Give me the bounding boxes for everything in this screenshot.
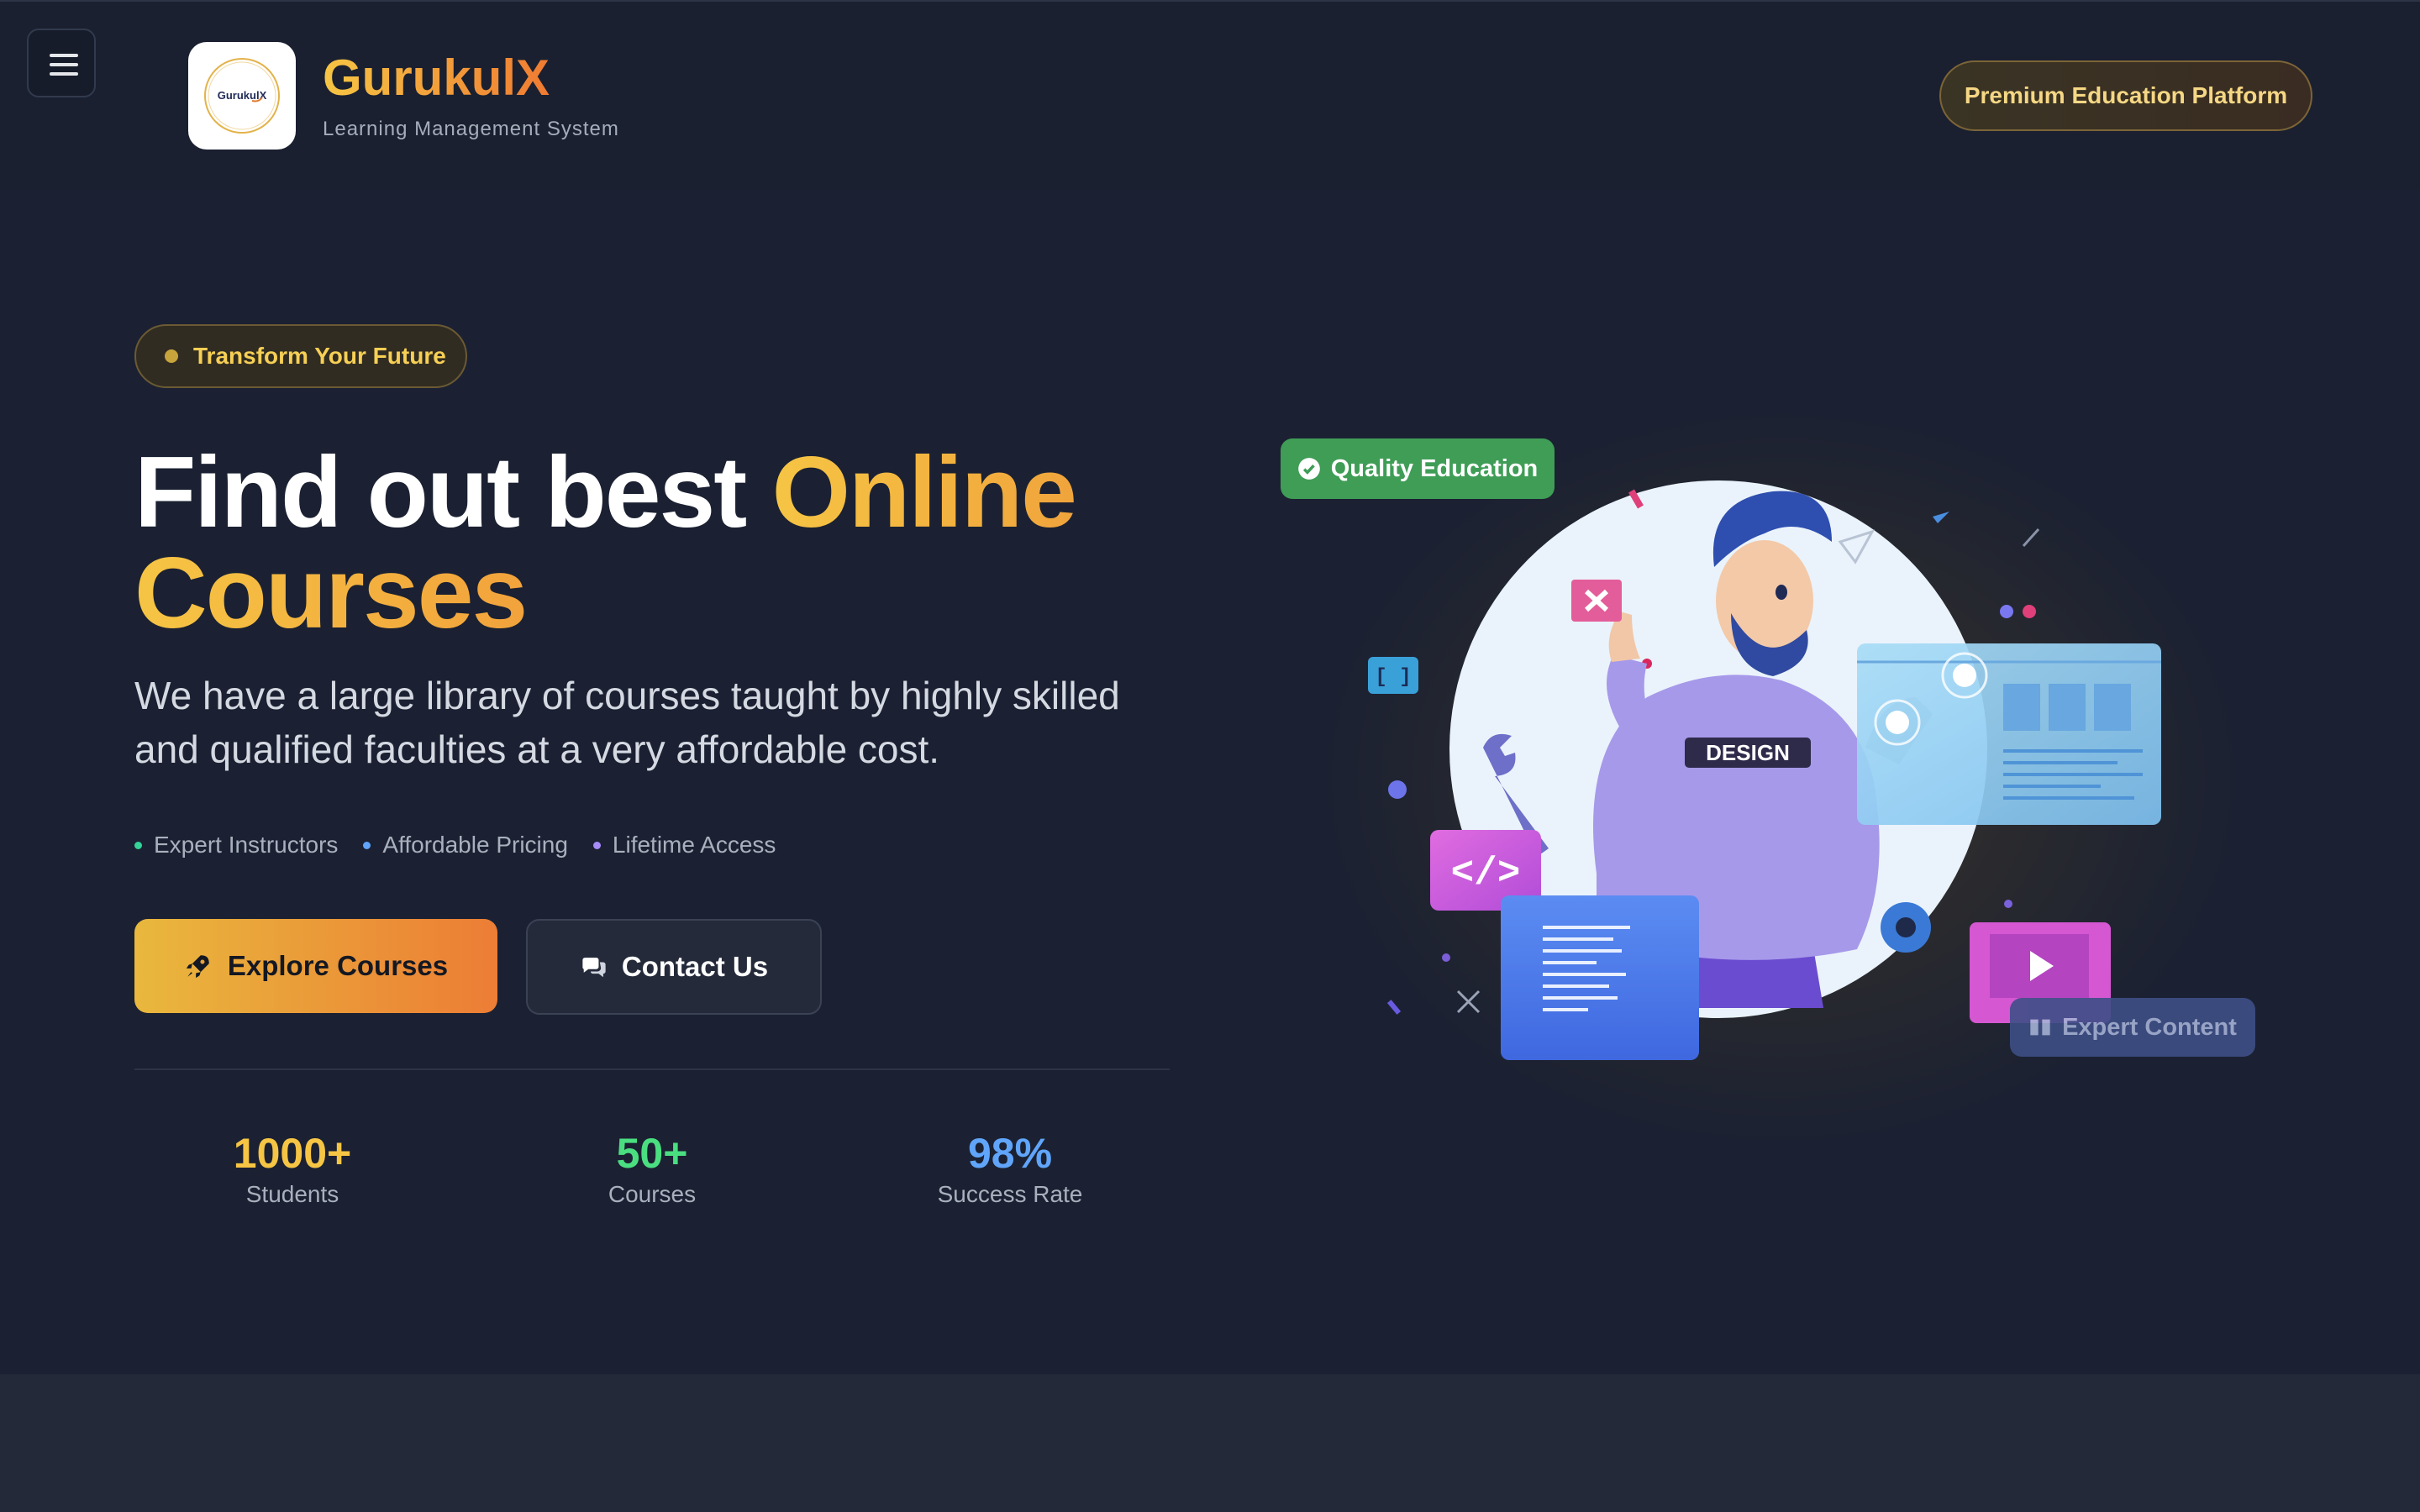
stat-value: 98% [967, 1130, 1053, 1177]
document-panel [1501, 895, 1699, 1060]
expert-content-label: Expert Content [2062, 1013, 2237, 1041]
menu-line [50, 63, 78, 66]
book-icon [2030, 1019, 2050, 1036]
hero-description: We have a large library of courses taugh… [134, 674, 1120, 771]
brand-logo[interactable]: GurukulX [188, 42, 296, 150]
feature-item: Lifetime Access [592, 832, 776, 858]
explore-courses-label: Explore Courses [227, 950, 449, 981]
top-header: GurukulX GurukulX Learning Management Sy… [0, 0, 2420, 192]
stat-label: Success Rate [937, 1181, 1083, 1207]
headline-line-1: Find out best Online [134, 442, 1227, 543]
headline-line-2: Courses [134, 543, 1227, 643]
check-circle-icon [1297, 458, 1320, 480]
tagline-chip: Transform Your Future [134, 324, 467, 388]
stat-value: 1000+ [233, 1130, 352, 1177]
stat-label: Courses [608, 1181, 697, 1207]
stat-value: 50+ [616, 1130, 688, 1177]
expert-content-badge: Expert Content [2010, 998, 2255, 1057]
rocket-icon [186, 955, 209, 979]
bullet-icon [363, 841, 371, 849]
brand-subtitle: Learning Management System [323, 118, 619, 140]
feature-item: Expert Instructors [134, 832, 338, 858]
chat-bubbles-icon [582, 958, 606, 978]
headline-accent: Online [771, 436, 1077, 549]
bullet-icon [134, 841, 142, 849]
stat-success-rate: 98% Success Rate [884, 1129, 1136, 1210]
hero-headline: Find out best Online Courses [134, 442, 1227, 643]
code-tag-text: </> [1451, 852, 1521, 895]
shirt-text: DESIGN [1706, 740, 1790, 765]
feature-list: Expert Instructors Affordable Pricing Li… [134, 832, 776, 858]
stats-divider [134, 1068, 1170, 1070]
menu-line [50, 72, 78, 76]
tagline-dot-icon [165, 349, 178, 363]
logo-emblem-icon: GurukulX [204, 58, 280, 134]
menu-line [50, 54, 78, 57]
stat-courses: 50+ Courses [526, 1129, 778, 1210]
brackets-text: [ ] [1375, 666, 1411, 689]
tagline-text: Transform Your Future [193, 343, 446, 369]
bullet-icon [592, 841, 601, 849]
feature-label: Lifetime Access [612, 832, 776, 858]
stat-students: 1000+ Students [166, 1129, 418, 1210]
premium-platform-badge: Premium Education Platform [1939, 60, 2312, 131]
contact-us-label: Contact Us [621, 951, 769, 982]
feature-label: Affordable Pricing [382, 832, 568, 858]
feature-label: Expert Instructors [154, 832, 339, 858]
quality-education-label: Quality Education [1330, 454, 1539, 482]
next-section-band [0, 1374, 2420, 1512]
brand-name: GurukulX [323, 50, 550, 106]
quality-education-badge: Quality Education [1281, 438, 1555, 499]
headline-part1: Find out best [134, 436, 772, 549]
explore-courses-button[interactable]: Explore Courses [134, 919, 497, 1013]
hamburger-menu-button[interactable] [27, 29, 96, 97]
contact-us-button[interactable]: Contact Us [526, 919, 822, 1015]
feature-item: Affordable Pricing [363, 832, 568, 858]
stat-label: Students [245, 1181, 339, 1207]
